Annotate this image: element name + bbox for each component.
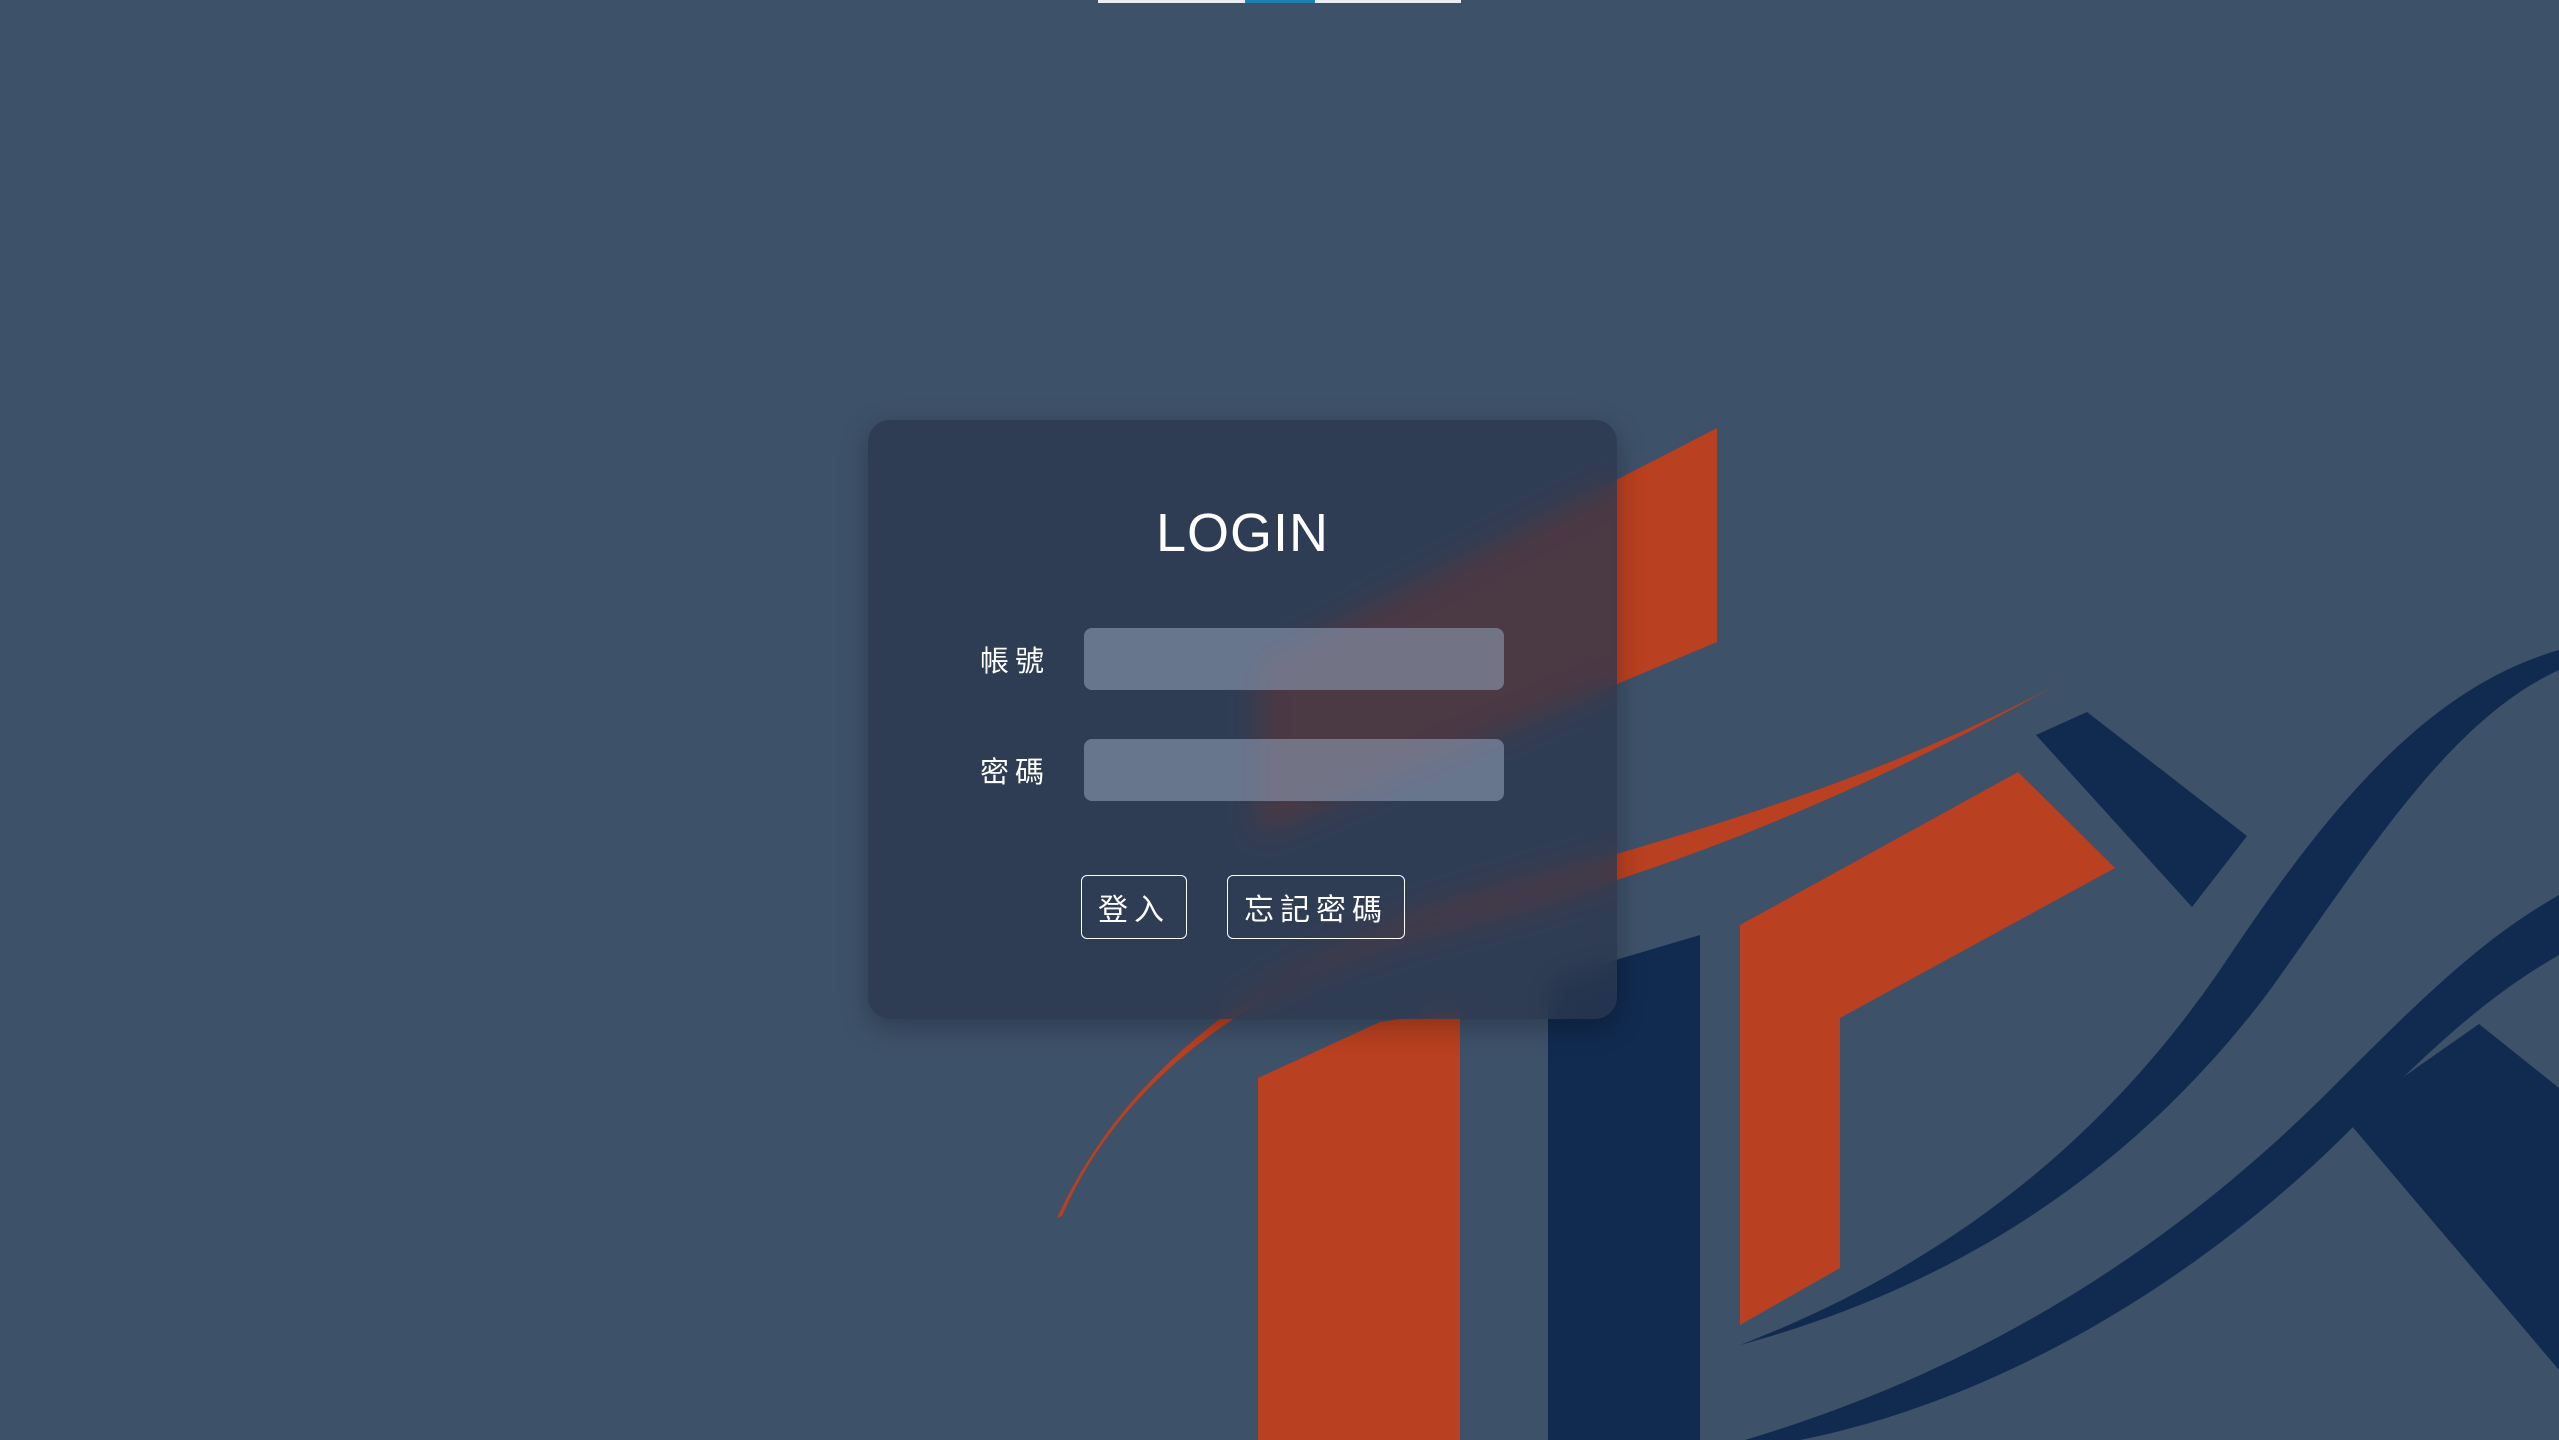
login-page: LOGIN 帳號 密碼 登入 忘記密碼 bbox=[0, 0, 2559, 1440]
account-label: 帳號 bbox=[980, 646, 1051, 678]
password-row: 密碼 bbox=[868, 739, 1617, 801]
login-card: LOGIN 帳號 密碼 登入 忘記密碼 bbox=[868, 420, 1617, 1019]
password-input[interactable] bbox=[1084, 739, 1504, 801]
login-button[interactable]: 登入 bbox=[1081, 875, 1187, 939]
logo-orange-pillar bbox=[1258, 1010, 1460, 1440]
password-label: 密碼 bbox=[980, 757, 1051, 789]
forgot-password-button[interactable]: 忘記密碼 bbox=[1227, 875, 1405, 939]
login-title: LOGIN bbox=[1155, 503, 1330, 563]
account-row: 帳號 bbox=[868, 628, 1617, 690]
account-input[interactable] bbox=[1084, 628, 1504, 690]
logo-orange-right-shape bbox=[1740, 772, 2115, 1325]
